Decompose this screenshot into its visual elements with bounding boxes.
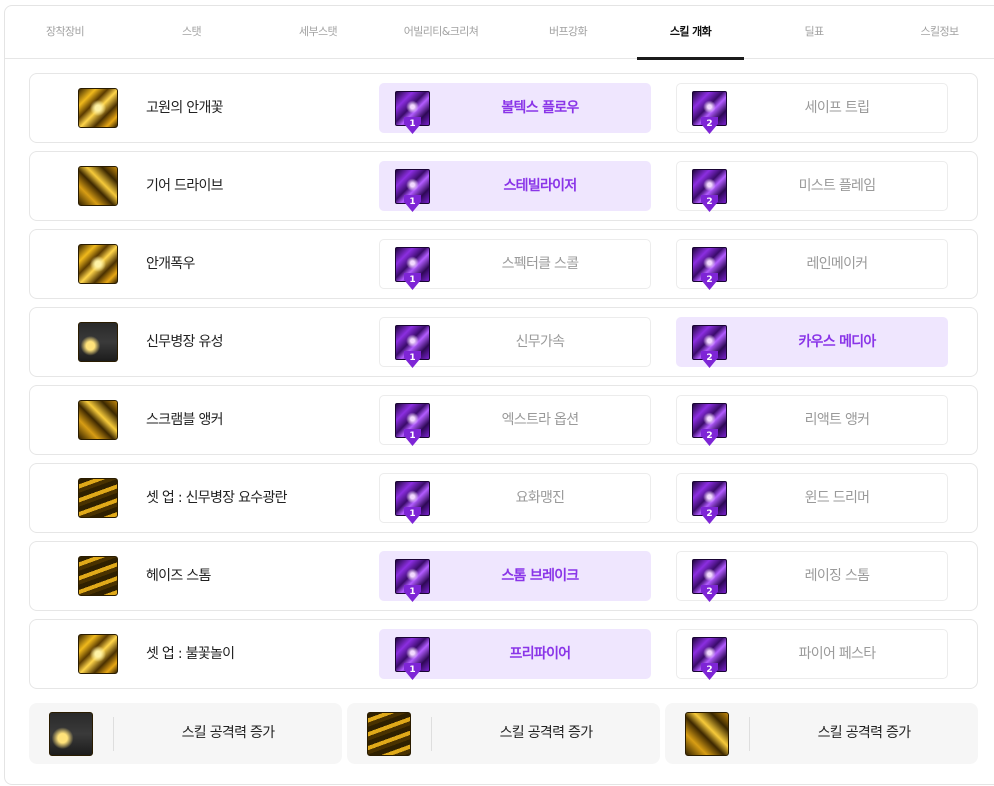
option-label: 파이어 페스타 xyxy=(798,646,877,662)
option-number-badge: 2 xyxy=(701,585,718,602)
tab-detail-stats[interactable]: 세부스탯 xyxy=(258,6,378,59)
bloom-option-2[interactable]: 2 카우스 메디아 xyxy=(676,317,948,368)
bloom-option-2[interactable]: 2 레이징 스톰 xyxy=(676,551,948,602)
option-number-badge: 2 xyxy=(701,663,718,680)
gold-skill-icon xyxy=(78,166,118,206)
option-number-badge: 1 xyxy=(404,429,421,446)
option-number-badge: 1 xyxy=(404,585,421,602)
gold-skill-icon xyxy=(367,712,411,756)
bloom-option-2[interactable]: 2 미스트 플레임 xyxy=(676,161,948,212)
skill-name: 기어 드라이브 xyxy=(146,178,224,194)
tab-skill-info[interactable]: 스킬정보 xyxy=(884,6,994,59)
option-number-badge: 2 xyxy=(701,195,718,212)
bloom-option-1[interactable]: 1 엑스트라 옵션 xyxy=(379,395,651,446)
option-number-badge: 1 xyxy=(404,351,421,368)
tab-skill-bloom[interactable]: 스킬 개화 xyxy=(637,6,744,60)
option-number-badge: 2 xyxy=(701,117,718,134)
option-label: 미스트 플레임 xyxy=(798,178,877,194)
option-number-badge: 1 xyxy=(404,195,421,212)
gold-skill-icon xyxy=(78,634,118,674)
gold-skill-icon xyxy=(78,244,118,284)
skill-row: 안개폭우 1 스펙터클 스콜 2 레인메이커 xyxy=(29,229,978,299)
skill-name: 신무병장 유성 xyxy=(146,334,224,350)
bonus-label: 스킬 공격력 증가 xyxy=(817,725,911,741)
bloom-option-1[interactable]: 1 스테빌라이저 xyxy=(379,161,651,212)
bloom-option-2[interactable]: 2 레인메이커 xyxy=(676,239,948,290)
gold-skill-icon xyxy=(49,712,93,756)
option-label: 스테빌라이저 xyxy=(503,178,577,194)
bonus-card: 스킬 공격력 증가 xyxy=(665,703,978,764)
option-label: 스펙터클 스콜 xyxy=(501,256,580,272)
option-label: 세이프 트립 xyxy=(804,100,870,116)
tab-damage-table[interactable]: 딜표 xyxy=(744,6,884,59)
bloom-option-2[interactable]: 2 세이프 트립 xyxy=(676,83,948,134)
bloom-option-1[interactable]: 1 스펙터클 스콜 xyxy=(379,239,651,290)
bloom-option-1[interactable]: 1 요화맹진 xyxy=(379,473,651,524)
option-label: 리액트 앵커 xyxy=(804,412,870,428)
skill-row: 스크램블 앵커 1 엑스트라 옵션 2 리액트 앵커 xyxy=(29,385,978,455)
option-number-badge: 2 xyxy=(701,429,718,446)
skill-row: 셋 업 : 불꽃놀이 1 프리파이어 2 파이어 페스타 xyxy=(29,619,978,689)
skill-row: 헤이즈 스톰 1 스톰 브레이크 2 레이징 스톰 xyxy=(29,541,978,611)
bloom-option-1[interactable]: 1 신무가속 xyxy=(379,317,651,368)
bonus-card: 스킬 공격력 증가 xyxy=(29,703,342,764)
skill-name: 셋 업 : 불꽃놀이 xyxy=(146,646,235,662)
option-number-badge: 1 xyxy=(404,117,421,134)
option-label: 윈드 드리머 xyxy=(804,490,870,506)
option-label: 프리파이어 xyxy=(509,646,572,662)
option-number-badge: 1 xyxy=(404,663,421,680)
gold-skill-icon xyxy=(685,712,729,756)
skill-row: 고원의 안개꽃 1 볼텍스 플로우 2 세이프 트립 xyxy=(29,73,978,143)
tab-ability-creature[interactable]: 어빌리티&크리쳐 xyxy=(378,6,504,59)
skill-row: 기어 드라이브 1 스테빌라이저 2 미스트 플레임 xyxy=(29,151,978,221)
skill-name: 안개폭우 xyxy=(146,256,195,272)
tab-stats[interactable]: 스탯 xyxy=(125,6,258,59)
option-number-badge: 1 xyxy=(404,507,421,524)
option-label: 볼텍스 플로우 xyxy=(501,100,579,116)
option-number-badge: 2 xyxy=(701,507,718,524)
gold-skill-icon xyxy=(78,322,118,362)
bonus-label: 스킬 공격력 증가 xyxy=(181,725,275,741)
gold-skill-icon xyxy=(78,400,118,440)
option-number-badge: 2 xyxy=(701,273,718,290)
tab-equipment[interactable]: 장착장비 xyxy=(5,6,125,59)
option-label: 스톰 브레이크 xyxy=(501,568,579,584)
skill-name: 헤이즈 스톰 xyxy=(146,568,211,584)
bloom-option-2[interactable]: 2 리액트 앵커 xyxy=(676,395,948,446)
skill-row: 셋 업 : 신무병장 요수광란 1 요화맹진 2 윈드 드리머 xyxy=(29,463,978,533)
gold-skill-icon xyxy=(78,88,118,128)
tab-buff-enhance[interactable]: 버프강화 xyxy=(504,6,632,59)
skill-name: 고원의 안개꽃 xyxy=(146,100,224,116)
bonus-label: 스킬 공격력 증가 xyxy=(499,725,593,741)
bloom-option-1[interactable]: 1 볼텍스 플로우 xyxy=(379,83,651,134)
tab-bar: 장착장비 스탯 세부스탯 어빌리티&크리쳐 버프강화 스킬 개화 딜표 스킬정보 xyxy=(5,6,994,60)
skill-name: 스크램블 앵커 xyxy=(146,412,224,428)
bloom-option-2[interactable]: 2 파이어 페스타 xyxy=(676,629,948,680)
option-label: 엑스트라 옵션 xyxy=(501,412,580,428)
option-number-badge: 2 xyxy=(701,351,718,368)
bonus-card: 스킬 공격력 증가 xyxy=(347,703,660,764)
option-number-badge: 1 xyxy=(404,273,421,290)
option-label: 신무가속 xyxy=(515,334,565,350)
bloom-option-2[interactable]: 2 윈드 드리머 xyxy=(676,473,948,524)
gold-skill-icon xyxy=(78,478,118,518)
option-label: 레이징 스톰 xyxy=(804,568,870,584)
skill-row: 신무병장 유성 1 신무가속 2 카우스 메디아 xyxy=(29,307,978,377)
skill-name: 셋 업 : 신무병장 요수광란 xyxy=(146,490,288,506)
bloom-option-1[interactable]: 1 프리파이어 xyxy=(379,629,651,680)
bloom-option-1[interactable]: 1 스톰 브레이크 xyxy=(379,551,651,602)
option-label: 카우스 메디아 xyxy=(798,334,876,350)
skill-bloom-panel: 장착장비 스탯 세부스탯 어빌리티&크리쳐 버프강화 스킬 개화 딜표 스킬정보… xyxy=(4,5,994,785)
gold-skill-icon xyxy=(78,556,118,596)
option-label: 레인메이커 xyxy=(806,256,869,272)
option-label: 요화맹진 xyxy=(515,490,565,506)
